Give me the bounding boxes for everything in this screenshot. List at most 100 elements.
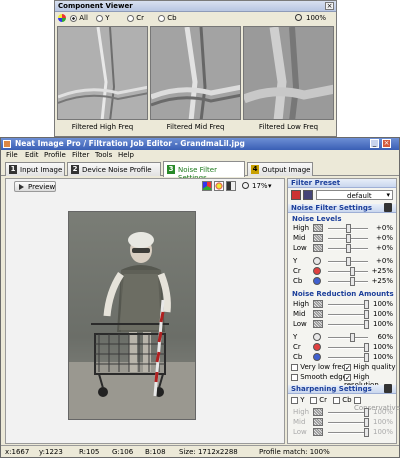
preview-button[interactable]: Preview	[14, 181, 56, 192]
noise-level-row: Cr +25%	[288, 266, 396, 276]
noise-reduction-slider-thumb[interactable]	[364, 343, 369, 352]
frequency-pattern-icon	[313, 300, 323, 308]
preset-value: default	[347, 192, 372, 200]
toolbar-channels-icon[interactable]	[214, 181, 224, 191]
sharpen-y[interactable]: Y	[291, 396, 305, 404]
preset-save-icon[interactable]	[291, 190, 301, 200]
menu-help[interactable]: Help	[118, 151, 134, 159]
sharpen-cr[interactable]: Cr	[310, 396, 327, 404]
noise-reduction-slider-thumb[interactable]	[364, 320, 369, 329]
tab-number-3: 3	[167, 165, 175, 174]
menu-file[interactable]: File	[6, 151, 18, 159]
menu-edit[interactable]: Edit	[25, 151, 39, 159]
channel-radio-y[interactable]: Y	[96, 14, 110, 22]
sharpening-trash-icon[interactable]	[384, 384, 392, 393]
noise-level-value: +25%	[371, 267, 393, 275]
red-chroma-dot-icon	[313, 343, 321, 351]
sharpening-row: Mid 100%	[288, 417, 396, 427]
noise-reduction-slider-thumb[interactable]	[364, 300, 369, 309]
zoom-icon[interactable]	[295, 14, 302, 21]
sharpening-label: Mid	[293, 418, 306, 426]
noise-level-slider-track[interactable]	[328, 281, 368, 283]
status-size: Size: 1712x2288	[179, 448, 238, 456]
noise-reduction-slider-thumb[interactable]	[349, 333, 355, 342]
option-smooth-edges[interactable]: Smooth edges	[291, 373, 351, 381]
channel-radio-cr[interactable]: Cr	[127, 14, 144, 22]
noise-level-slider-thumb[interactable]	[346, 234, 351, 243]
chevron-down-icon: ▾	[386, 191, 390, 199]
sharpening-slider-track[interactable]	[328, 412, 368, 414]
preset-load-icon[interactable]	[303, 190, 313, 200]
zoom-chevron-icon[interactable]: ▾	[268, 182, 272, 190]
option-very-low-freq[interactable]: Very low freq	[291, 363, 346, 371]
menubar: File Edit Profile Filter Tools Help	[1, 150, 399, 160]
noise-level-value: +0%	[376, 244, 393, 252]
menu-tools[interactable]: Tools	[95, 151, 112, 159]
sharpening-slider-track[interactable]	[328, 432, 368, 434]
close-button[interactable]: ×	[382, 139, 391, 148]
tab-input-image[interactable]: 1 Input Image	[5, 162, 65, 176]
toolbar-color-icon[interactable]	[202, 181, 212, 191]
noise-level-slider-track[interactable]	[328, 271, 368, 273]
status-y: y:1223	[39, 448, 63, 456]
sharpening-slider-thumb[interactable]	[364, 408, 369, 417]
noise-reduction-slider-track[interactable]	[328, 337, 368, 339]
image-area: Preview 17% ▾	[5, 178, 285, 444]
noise-level-slider-thumb[interactable]	[346, 244, 351, 253]
noise-level-slider-thumb[interactable]	[350, 267, 356, 276]
preset-dropdown[interactable]: default ▾	[316, 190, 393, 200]
close-icon[interactable]: ×	[325, 2, 334, 10]
noise-level-slider-thumb[interactable]	[346, 257, 351, 266]
sharpen-cb[interactable]: Cb	[333, 396, 352, 404]
noise-reduction-slider-track[interactable]	[328, 347, 368, 349]
noise-reduction-title: Noise Reduction Amounts	[292, 290, 394, 298]
noise-reduction-slider-track[interactable]	[328, 324, 368, 326]
sharpening-label: Low	[293, 428, 307, 436]
noise-level-label: Mid	[293, 234, 306, 242]
sharpening-value: 100%	[372, 408, 393, 416]
channel-radio-all[interactable]: All	[70, 14, 88, 22]
option-high-quality[interactable]: ✓ High quality	[344, 363, 396, 371]
frequency-pattern-icon	[313, 418, 323, 426]
panel-label-mid: Filtered Mid Freq	[166, 123, 225, 131]
main-titlebar: Neat Image Pro / Filtration Job Editor -…	[1, 138, 399, 150]
noise-level-value: +0%	[376, 224, 393, 232]
minimize-button[interactable]: _	[370, 139, 379, 148]
noise-reduction-slider-thumb[interactable]	[364, 310, 369, 319]
menu-profile[interactable]: Profile	[44, 151, 66, 159]
noise-reduction-label: High	[293, 300, 310, 308]
channel-radio-cb[interactable]: Cb	[158, 14, 177, 22]
zoom-icon[interactable]	[242, 182, 249, 189]
panel-label-high: Filtered High Freq	[71, 123, 134, 131]
frequency-pattern-icon	[313, 408, 323, 416]
noise-filter-settings-title: Noise Filter Settings	[288, 204, 396, 213]
status-b: B:108	[145, 448, 166, 456]
panel-high-freq	[57, 26, 148, 120]
sharpening-slider-thumb[interactable]	[364, 428, 369, 437]
sharpening-slider-thumb[interactable]	[364, 418, 369, 427]
noise-level-label: Y	[293, 257, 298, 265]
status-bar: x:1667 y:1223 R:105 G:106 B:108 Size: 17…	[1, 445, 399, 457]
panel-label-low: Filtered Low Freq	[258, 123, 319, 131]
noise-reduction-label: Low	[293, 320, 307, 328]
color-wheel-icon	[58, 14, 66, 22]
trash-icon[interactable]	[384, 203, 392, 212]
sharpening-slider-track[interactable]	[328, 422, 368, 424]
noise-level-slider-thumb[interactable]	[346, 224, 351, 233]
tab-noise-filter-settings[interactable]: 3 Noise Filter Settings	[163, 161, 245, 182]
tab-device-noise-profile[interactable]: 2 Device Noise Profile	[67, 162, 161, 176]
noise-level-row: Low +0%	[288, 243, 396, 253]
noise-level-value: +0%	[376, 257, 393, 265]
noise-reduction-slider-track[interactable]	[328, 314, 368, 316]
noise-reduction-slider-track[interactable]	[328, 304, 368, 306]
high-freq-image	[58, 27, 147, 119]
sharpening-label: High	[293, 408, 310, 416]
toolbar-compare-icon[interactable]	[226, 181, 236, 191]
tab-output-image[interactable]: 4 Output Image	[247, 162, 313, 176]
main-zoom-value: 17%	[252, 182, 268, 190]
noise-reduction-label: Y	[293, 333, 298, 341]
noise-reduction-slider-thumb[interactable]	[364, 353, 369, 362]
menu-filter[interactable]: Filter	[72, 151, 89, 159]
noise-level-slider-thumb[interactable]	[350, 277, 356, 286]
noise-reduction-slider-track[interactable]	[328, 357, 368, 359]
